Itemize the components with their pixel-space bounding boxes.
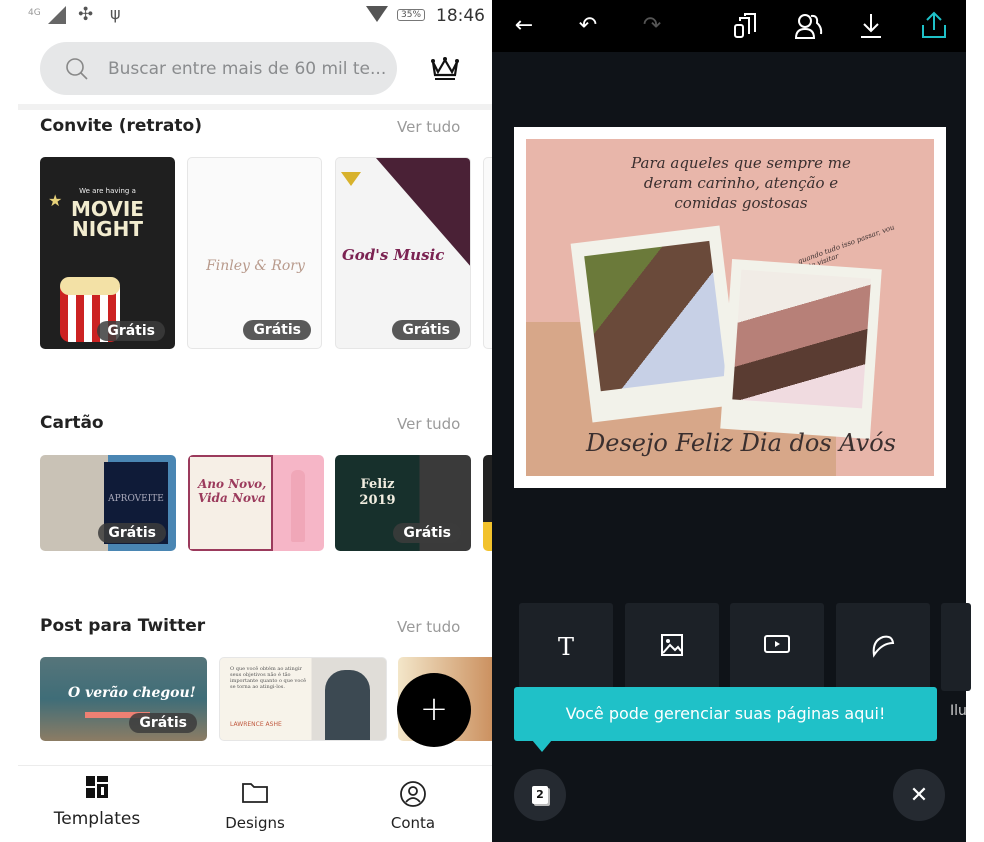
account-icon bbox=[400, 781, 426, 807]
text-tool[interactable]: T bbox=[519, 603, 613, 691]
video-tool[interactable] bbox=[730, 603, 824, 691]
nav-label: Designs bbox=[225, 814, 285, 832]
editor-toolbar: ← ↶ ↷ bbox=[492, 0, 966, 52]
free-badge: Grátis bbox=[129, 713, 197, 733]
template-card[interactable]: APROVEITE Grátis bbox=[40, 455, 176, 551]
folder-icon bbox=[242, 783, 268, 803]
wifi-icon bbox=[366, 6, 388, 22]
template-card[interactable]: We are having a MOVIE NIGHT ★ Grátis bbox=[40, 157, 175, 349]
card-title: Finley & Rory bbox=[206, 258, 305, 274]
section-title: Convite (retrato) bbox=[40, 116, 202, 136]
card-quote: O que você obtém ao atingir seus objetiv… bbox=[230, 666, 307, 690]
templates-screen: 4G ✣ ψ 35% 18:46 Buscar entre mais de 60… bbox=[0, 0, 492, 842]
person-photo bbox=[325, 670, 370, 740]
free-badge: Grátis bbox=[393, 523, 461, 543]
search-placeholder: Buscar entre mais de 60 mil te... bbox=[108, 58, 387, 79]
popcorn-top bbox=[60, 277, 120, 295]
network-label: 4G bbox=[28, 8, 41, 18]
photo-grandparent bbox=[584, 240, 726, 392]
card-title: Ano Novo, Vida Nova bbox=[198, 477, 267, 505]
template-card[interactable] bbox=[483, 455, 492, 551]
pages-icon[interactable] bbox=[732, 12, 758, 40]
sticker-tool[interactable] bbox=[836, 603, 930, 691]
editor-screen: ← ↶ ↷ Para aqueles que sempre me deram c… bbox=[492, 0, 971, 842]
page-count-icon: 2 bbox=[532, 786, 548, 804]
search-input[interactable]: Buscar entre mais de 60 mil te... bbox=[40, 42, 397, 95]
create-design-fab[interactable]: + bbox=[397, 673, 471, 747]
status-bar: 4G ✣ ψ 35% 18:46 bbox=[0, 0, 492, 32]
share-people-icon[interactable] bbox=[794, 12, 824, 40]
photos-tool[interactable] bbox=[625, 603, 719, 691]
image-icon bbox=[661, 634, 683, 656]
battery-indicator: 35% bbox=[397, 9, 426, 21]
video-icon bbox=[764, 635, 790, 653]
tooltip-arrow bbox=[532, 740, 552, 752]
bottle-illustration bbox=[291, 470, 305, 542]
redo-icon[interactable]: ↷ bbox=[638, 12, 666, 40]
section-title: Cartão bbox=[40, 413, 104, 433]
nav-designs[interactable]: Designs bbox=[195, 780, 315, 832]
template-card[interactable]: O verão chegou! Grátis bbox=[40, 657, 207, 741]
close-icon: ✕ bbox=[909, 782, 929, 808]
card-title: Feliz 2019 bbox=[359, 477, 396, 508]
canvas-text-heading: Para aqueles que sempre me deram carinho… bbox=[631, 154, 851, 212]
nav-label: Templates bbox=[53, 809, 141, 829]
free-badge: Grátis bbox=[98, 523, 166, 543]
photo-family bbox=[732, 269, 872, 409]
template-card[interactable] bbox=[483, 157, 492, 349]
photo-frame-2[interactable] bbox=[720, 258, 882, 440]
undo-icon[interactable]: ↶ bbox=[574, 12, 602, 40]
see-all-link[interactable]: Ver tudo bbox=[397, 618, 460, 636]
free-badge: Grátis bbox=[97, 321, 165, 341]
download-icon[interactable] bbox=[858, 12, 884, 40]
template-card[interactable]: Ano Novo, Vida Nova bbox=[188, 455, 324, 551]
pages-tooltip: Você pode gerenciar suas páginas aqui! bbox=[514, 687, 937, 741]
template-card[interactable]: Feliz 2019 Grátis bbox=[335, 455, 471, 551]
see-all-link[interactable]: Ver tudo bbox=[397, 118, 460, 136]
nav-label: Conta bbox=[390, 814, 436, 832]
app-notification-icon: ✣ bbox=[78, 4, 94, 25]
canvas-text-title: Desejo Feliz Dia dos Avós bbox=[586, 429, 896, 457]
signal-icon bbox=[48, 6, 66, 24]
photo-frame-1[interactable] bbox=[570, 225, 742, 423]
divider bbox=[18, 104, 492, 110]
section-title: Post para Twitter bbox=[40, 616, 206, 636]
triangle-decoration bbox=[341, 172, 361, 186]
templates-icon bbox=[86, 776, 108, 798]
sticker-icon bbox=[872, 635, 895, 658]
close-button[interactable]: ✕ bbox=[893, 769, 945, 821]
nav-account[interactable]: Conta bbox=[353, 780, 473, 832]
star-icon: ★ bbox=[48, 191, 63, 210]
free-badge: Grátis bbox=[243, 320, 311, 340]
card-title: O verão chegou! bbox=[68, 685, 196, 701]
card-title: MOVIE NIGHT bbox=[71, 197, 144, 241]
pages-button[interactable]: 2 bbox=[514, 769, 566, 821]
illustration-tool[interactable] bbox=[941, 603, 971, 691]
template-card[interactable]: O que você obtém ao atingir seus objetiv… bbox=[219, 657, 387, 741]
nav-templates[interactable]: Templates bbox=[37, 775, 157, 829]
design-canvas[interactable]: Para aqueles que sempre me deram carinho… bbox=[514, 127, 946, 488]
usb-icon: ψ bbox=[110, 4, 121, 23]
text-icon: T bbox=[557, 633, 574, 661]
back-icon[interactable]: ← bbox=[510, 12, 538, 40]
card-title: God's Music bbox=[342, 246, 445, 264]
upload-share-icon[interactable] bbox=[920, 10, 948, 40]
template-card[interactable]: Finley & Rory Grátis bbox=[187, 157, 322, 349]
crown-icon[interactable] bbox=[430, 54, 460, 82]
search-icon bbox=[66, 57, 88, 80]
tool-label: Ilu bbox=[950, 703, 967, 719]
see-all-link[interactable]: Ver tudo bbox=[397, 415, 460, 433]
template-card[interactable]: God's Music Grátis bbox=[335, 157, 471, 349]
card-author: LAWRENCE ASHE bbox=[230, 721, 282, 728]
free-badge: Grátis bbox=[392, 320, 460, 340]
clock: 18:46 bbox=[436, 6, 485, 26]
